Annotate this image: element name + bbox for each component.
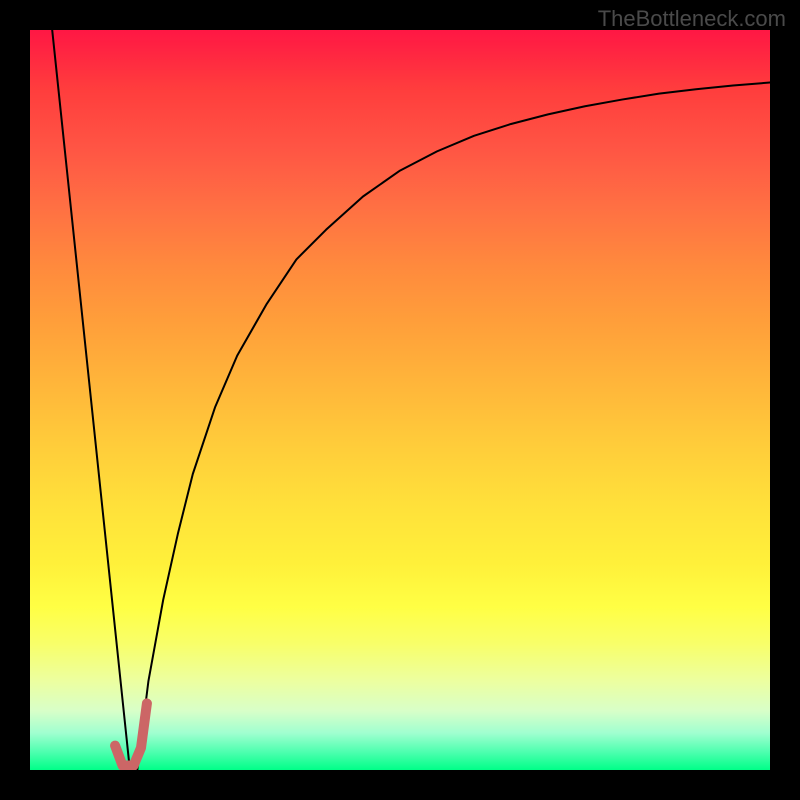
series-curve bbox=[137, 83, 770, 770]
chart-curves-svg bbox=[30, 30, 770, 770]
watermark-text: TheBottleneck.com bbox=[598, 6, 786, 32]
series-highlight-j bbox=[115, 703, 147, 765]
chart-plot-area bbox=[30, 30, 770, 770]
series-descending-line bbox=[52, 30, 130, 770]
